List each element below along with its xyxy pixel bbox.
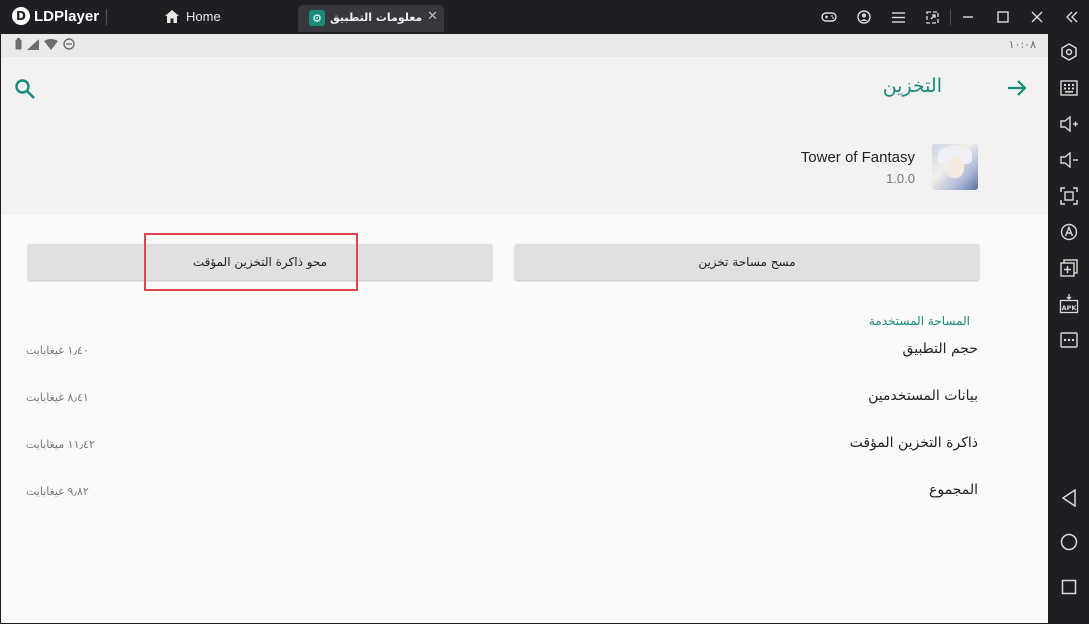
clear-storage-button[interactable]: مسح مساحة تخزين	[515, 244, 979, 280]
title-bar: D LDPlayer Home ⚙ معلومات التطبيق ✕	[0, 0, 1089, 34]
svg-text:APK: APK	[1062, 304, 1078, 312]
sidebar-macro-icon[interactable]	[1049, 214, 1089, 250]
android-back-icon[interactable]	[1049, 480, 1089, 516]
app-icon-face	[946, 156, 964, 178]
tab-home-label: Home	[186, 9, 221, 24]
ldplayer-window: D LDPlayer Home ⚙ معلومات التطبيق ✕ ١٠:٠…	[0, 0, 1089, 624]
ldplayer-logo: D LDPlayer	[12, 7, 99, 25]
page-title: التخزين	[882, 75, 942, 97]
search-icon[interactable]	[13, 77, 39, 103]
back-arrow-icon[interactable]	[1002, 73, 1032, 103]
android-home-icon[interactable]	[1049, 524, 1089, 560]
resize-icon[interactable]	[916, 0, 951, 34]
gamepad-icon[interactable]	[812, 0, 847, 34]
android-screen: ١٠:٠٨ التخزين Tower of Fantasy 1.0.0 مسح…	[1, 34, 1048, 623]
wifi-icon	[44, 38, 58, 50]
sidebar-multi-instance-icon[interactable]	[1049, 250, 1089, 286]
app-version: 1.0.0	[886, 171, 915, 186]
close-icon[interactable]	[1020, 0, 1055, 34]
app-size-value: ١٫٤٠ غيغابايت	[26, 344, 89, 357]
do-not-disturb-icon	[63, 38, 75, 50]
total-label: المجموع	[929, 482, 978, 498]
sidebar-screenshot-icon[interactable]	[1049, 178, 1089, 214]
maximize-icon[interactable]	[986, 0, 1021, 34]
menu-icon[interactable]	[881, 0, 916, 34]
tab-close-icon[interactable]: ✕	[427, 9, 438, 24]
tab-app-info-label: معلومات التطبيق	[330, 11, 423, 24]
app-header: التخزين Tower of Fantasy 1.0.0	[1, 57, 1048, 215]
status-icons	[15, 38, 75, 50]
status-time: ١٠:٠٨	[1008, 38, 1036, 51]
battery-icon	[15, 38, 22, 50]
cellular-signal-icon	[27, 38, 39, 50]
sidebar-more-icon[interactable]	[1049, 322, 1089, 358]
cache-value: ١١٫٤٢ ميغابايت	[26, 438, 95, 451]
tab-app-info[interactable]: ⚙ معلومات التطبيق ✕	[298, 5, 444, 32]
settings-app-icon: ⚙	[309, 10, 325, 26]
window-controls	[812, 0, 1089, 34]
collapse-sidebar-icon[interactable]	[1055, 0, 1089, 34]
sidebar-keyboard-icon[interactable]	[1049, 70, 1089, 106]
sidebar-volume-down-icon[interactable]	[1049, 142, 1089, 178]
app-icon	[932, 144, 978, 190]
cache-label: ذاكرة التخزين المؤقت	[849, 435, 978, 451]
user-data-label: بيانات المستخدمين	[868, 388, 978, 404]
ldplayer-logo-icon: D	[12, 7, 30, 25]
account-icon[interactable]	[847, 0, 882, 34]
storage-section-title: المساحة المستخدمة	[868, 314, 970, 328]
minimize-icon[interactable]	[951, 0, 986, 34]
emulator-sidebar: APK	[1049, 34, 1089, 624]
app-size-label: حجم التطبيق	[902, 341, 978, 357]
highlight-box	[144, 233, 358, 291]
sidebar-volume-up-icon[interactable]	[1049, 106, 1089, 142]
android-status-bar: ١٠:٠٨	[1, 34, 1048, 57]
sidebar-apk-install-icon[interactable]: APK	[1049, 286, 1089, 322]
home-icon	[165, 10, 179, 23]
app-name: Tower of Fantasy	[800, 149, 915, 166]
android-recents-icon[interactable]	[1049, 569, 1089, 605]
user-data-value: ٨٫٤١ غيغابايت	[26, 391, 89, 404]
sidebar-settings-icon[interactable]	[1049, 34, 1089, 70]
total-value: ٩٫٨٢ غيغابايت	[26, 485, 89, 498]
brand-name: LDPlayer	[34, 7, 100, 25]
title-divider	[106, 9, 107, 25]
tab-home[interactable]: Home	[164, 9, 221, 24]
